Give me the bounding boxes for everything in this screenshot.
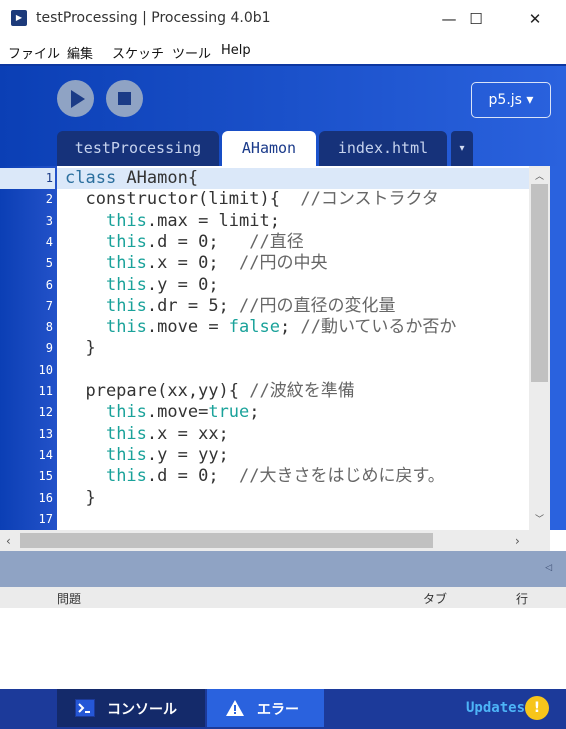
line-number: 5 [45, 256, 53, 271]
line-number: 2 [45, 192, 53, 207]
warning-icon [225, 699, 245, 721]
console-icon [75, 699, 95, 721]
tab-ahamon[interactable]: AHamon [222, 131, 316, 166]
close-button[interactable]: ✕ [512, 0, 558, 38]
code-line[interactable]: } [57, 338, 529, 359]
menu-sketch[interactable]: スケッチ [112, 43, 164, 62]
line-number: 12 [38, 405, 53, 420]
line-number: 8 [45, 320, 53, 335]
column-problem: 問題 [57, 592, 82, 606]
column-tab: タブ [423, 592, 448, 606]
code-line[interactable] [57, 360, 529, 381]
run-button[interactable] [57, 80, 94, 117]
vertical-scrollbar[interactable]: ︿ ﹀ [529, 166, 550, 530]
tab-bar: testProcessing AHamon index.html ▾ [0, 130, 566, 166]
code-line[interactable] [57, 509, 529, 530]
play-icon [71, 90, 85, 108]
line-number: 13 [38, 426, 53, 441]
line-number-gutter: 1 2 3 4 5 6 7 8 9 10 11 12 13 14 15 16 17 [0, 166, 57, 530]
code-line[interactable]: this.max = limit; [57, 211, 529, 232]
console-label: コンソール [107, 702, 177, 718]
scroll-down-icon[interactable]: ﹀ [535, 512, 544, 525]
code-line[interactable]: this.y = 0; [57, 275, 529, 296]
line-number: 15 [38, 469, 53, 484]
line-number: 9 [45, 341, 53, 356]
vertical-scroll-thumb[interactable] [531, 184, 548, 382]
processing-app-icon: ▶ [11, 10, 27, 26]
title-bar: ▶ testProcessing | Processing 4.0b1 — ☐ … [0, 0, 566, 38]
code-line[interactable]: this.y = yy; [57, 445, 529, 466]
tab-menu-button[interactable]: ▾ [451, 131, 473, 166]
horizontal-scrollbar[interactable]: ‹ › [0, 530, 550, 551]
line-number: 14 [38, 447, 53, 462]
updates-badge[interactable]: ! [525, 696, 549, 720]
code-line[interactable]: this.dr = 5; //円の直径の変化量 [57, 296, 529, 317]
errors-tab[interactable]: エラー [207, 689, 324, 727]
errors-label: エラー [257, 702, 299, 718]
column-line: 行 [516, 592, 529, 606]
console-tab[interactable]: コンソール [57, 689, 205, 727]
window-title: testProcessing | Processing 4.0b1 [36, 10, 271, 26]
code-line[interactable]: this.d = 0; //大きさをはじめに戻す。 [57, 466, 529, 487]
line-number: 10 [38, 362, 53, 377]
scroll-left-icon[interactable]: ‹ [6, 534, 11, 548]
line-number: 16 [38, 490, 53, 505]
scroll-right-icon[interactable]: › [515, 534, 520, 548]
menu-tools[interactable]: ツール [172, 43, 211, 62]
code-line[interactable]: this.x = xx; [57, 424, 529, 445]
line-number: 17 [38, 511, 53, 526]
stop-button[interactable] [106, 80, 143, 117]
code-line[interactable]: this.move = false; //動いているか否か [57, 317, 529, 338]
stop-icon [118, 92, 131, 105]
line-number: 1 [0, 168, 55, 189]
code-editor[interactable]: class AHamon{ constructor(limit){ //コンスト… [57, 166, 529, 530]
menu-bar: ファイル 編集 スケッチ ツール Help [0, 38, 566, 64]
code-line[interactable]: this.x = 0; //円の中央 [57, 253, 529, 274]
collapse-arrow-icon[interactable]: ◁ [545, 563, 552, 573]
code-line[interactable]: class AHamon{ [57, 168, 529, 190]
line-number: 7 [45, 298, 53, 313]
tab-testprocessing[interactable]: testProcessing [57, 131, 219, 166]
updates-link[interactable]: Updates [466, 700, 525, 716]
line-number: 4 [45, 234, 53, 249]
code-line[interactable]: this.move=true; [57, 402, 529, 423]
menu-file[interactable]: ファイル [8, 43, 60, 62]
code-line[interactable]: constructor(limit){ //コンストラクタ [57, 189, 529, 210]
tab-index-html[interactable]: index.html [319, 131, 447, 166]
menu-help[interactable]: Help [221, 43, 251, 58]
code-line[interactable]: this.d = 0; //直径 [57, 232, 529, 253]
problems-list [0, 608, 566, 689]
footer-bar: コンソール エラー Updates ! [0, 689, 566, 729]
line-number: 3 [45, 213, 53, 228]
toolbar: p5.js ▾ [0, 64, 566, 132]
console-divider[interactable]: ◁ [0, 551, 566, 587]
problems-table-header: 問題 タブ 行 [0, 587, 566, 608]
horizontal-scroll-thumb[interactable] [20, 533, 433, 548]
code-line[interactable]: prepare(xx,yy){ //波紋を準備 [57, 381, 529, 402]
line-number: 11 [38, 384, 53, 398]
code-line[interactable]: } [57, 488, 529, 509]
editor-right-border [550, 166, 566, 530]
menu-edit[interactable]: 編集 [67, 43, 93, 62]
scroll-up-icon[interactable]: ︿ [535, 169, 544, 182]
maximize-button[interactable]: ☐ [453, 0, 499, 38]
line-number: 6 [45, 277, 53, 292]
mode-selector[interactable]: p5.js ▾ [471, 82, 551, 118]
